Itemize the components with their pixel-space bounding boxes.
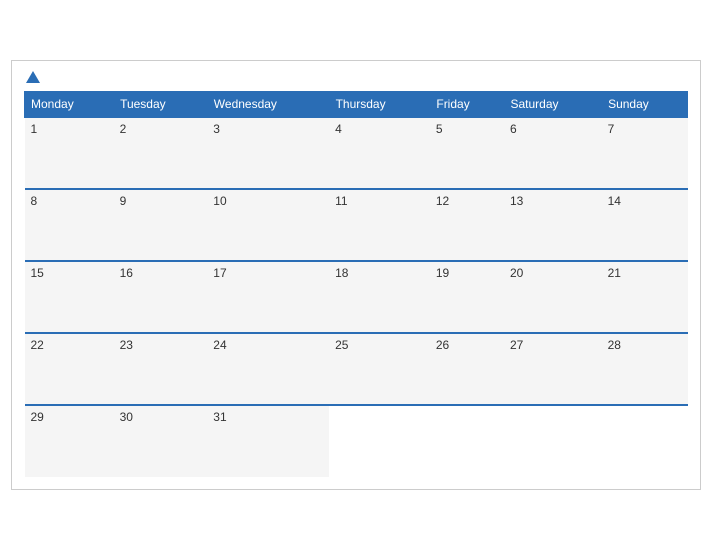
calendar-header-row: MondayTuesdayWednesdayThursdayFridaySatu…	[25, 92, 688, 118]
calendar-day-cell: 4	[329, 117, 430, 189]
calendar-day-cell: 24	[207, 333, 329, 405]
calendar-day-cell: 13	[504, 189, 602, 261]
day-number: 21	[608, 266, 621, 280]
day-number: 14	[608, 194, 621, 208]
calendar-day-cell: 25	[329, 333, 430, 405]
day-number: 17	[213, 266, 226, 280]
day-number: 29	[31, 410, 44, 424]
calendar-day-cell: 11	[329, 189, 430, 261]
calendar-day-cell: 15	[25, 261, 114, 333]
calendar-day-cell: 12	[430, 189, 504, 261]
day-number: 30	[120, 410, 133, 424]
calendar-body: 1234567891011121314151617181920212223242…	[25, 117, 688, 477]
day-number: 1	[31, 122, 38, 136]
day-number: 12	[436, 194, 449, 208]
day-number: 6	[510, 122, 517, 136]
day-number: 11	[335, 194, 347, 208]
calendar-day-cell: 9	[114, 189, 208, 261]
calendar-day-cell	[329, 405, 430, 477]
calendar-day-cell: 28	[602, 333, 688, 405]
weekday-header: Saturday	[504, 92, 602, 118]
day-number: 8	[31, 194, 38, 208]
calendar-day-cell: 27	[504, 333, 602, 405]
day-number: 28	[608, 338, 621, 352]
calendar-day-cell: 2	[114, 117, 208, 189]
calendar-week-row: 1 2 3 4 5 6 7	[25, 117, 688, 189]
calendar-day-cell: 23	[114, 333, 208, 405]
calendar-week-row: 29 30 31	[25, 405, 688, 477]
calendar-day-cell: 18	[329, 261, 430, 333]
day-number: 31	[213, 410, 226, 424]
calendar: MondayTuesdayWednesdayThursdayFridaySatu…	[11, 60, 701, 490]
calendar-day-cell: 30	[114, 405, 208, 477]
day-number: 27	[510, 338, 523, 352]
calendar-day-cell: 7	[602, 117, 688, 189]
calendar-day-cell: 8	[25, 189, 114, 261]
calendar-grid: MondayTuesdayWednesdayThursdayFridaySatu…	[24, 91, 688, 477]
calendar-day-cell	[430, 405, 504, 477]
day-number: 26	[436, 338, 449, 352]
calendar-day-cell: 17	[207, 261, 329, 333]
calendar-day-cell: 29	[25, 405, 114, 477]
calendar-day-cell	[602, 405, 688, 477]
day-number: 3	[213, 122, 220, 136]
day-number: 10	[213, 194, 226, 208]
day-number: 9	[120, 194, 127, 208]
day-number: 16	[120, 266, 133, 280]
day-number: 5	[436, 122, 443, 136]
calendar-day-cell: 14	[602, 189, 688, 261]
day-number: 7	[608, 122, 615, 136]
day-number: 4	[335, 122, 342, 136]
weekday-header: Tuesday	[114, 92, 208, 118]
logo-triangle-icon	[26, 71, 40, 83]
day-number: 24	[213, 338, 226, 352]
calendar-day-cell: 20	[504, 261, 602, 333]
weekday-header: Friday	[430, 92, 504, 118]
calendar-day-cell: 5	[430, 117, 504, 189]
day-number: 23	[120, 338, 133, 352]
day-number: 19	[436, 266, 449, 280]
day-number: 22	[31, 338, 44, 352]
calendar-week-row: 22 23 24 25 26 27 28	[25, 333, 688, 405]
day-number: 13	[510, 194, 523, 208]
logo	[24, 71, 40, 83]
calendar-day-cell: 6	[504, 117, 602, 189]
day-number: 2	[120, 122, 127, 136]
calendar-header	[24, 71, 688, 83]
calendar-day-cell: 26	[430, 333, 504, 405]
calendar-day-cell	[504, 405, 602, 477]
day-number: 15	[31, 266, 44, 280]
weekday-header: Monday	[25, 92, 114, 118]
calendar-day-cell: 22	[25, 333, 114, 405]
weekday-header: Sunday	[602, 92, 688, 118]
calendar-day-cell: 16	[114, 261, 208, 333]
calendar-day-cell: 3	[207, 117, 329, 189]
day-number: 25	[335, 338, 348, 352]
calendar-day-cell: 21	[602, 261, 688, 333]
calendar-day-cell: 19	[430, 261, 504, 333]
calendar-day-cell: 31	[207, 405, 329, 477]
calendar-week-row: 8 9 10 11 12 13 14	[25, 189, 688, 261]
weekday-header: Wednesday	[207, 92, 329, 118]
calendar-week-row: 15 16 17 18 19 20 21	[25, 261, 688, 333]
day-number: 18	[335, 266, 348, 280]
calendar-day-cell: 1	[25, 117, 114, 189]
day-number: 20	[510, 266, 523, 280]
calendar-day-cell: 10	[207, 189, 329, 261]
weekday-header: Thursday	[329, 92, 430, 118]
